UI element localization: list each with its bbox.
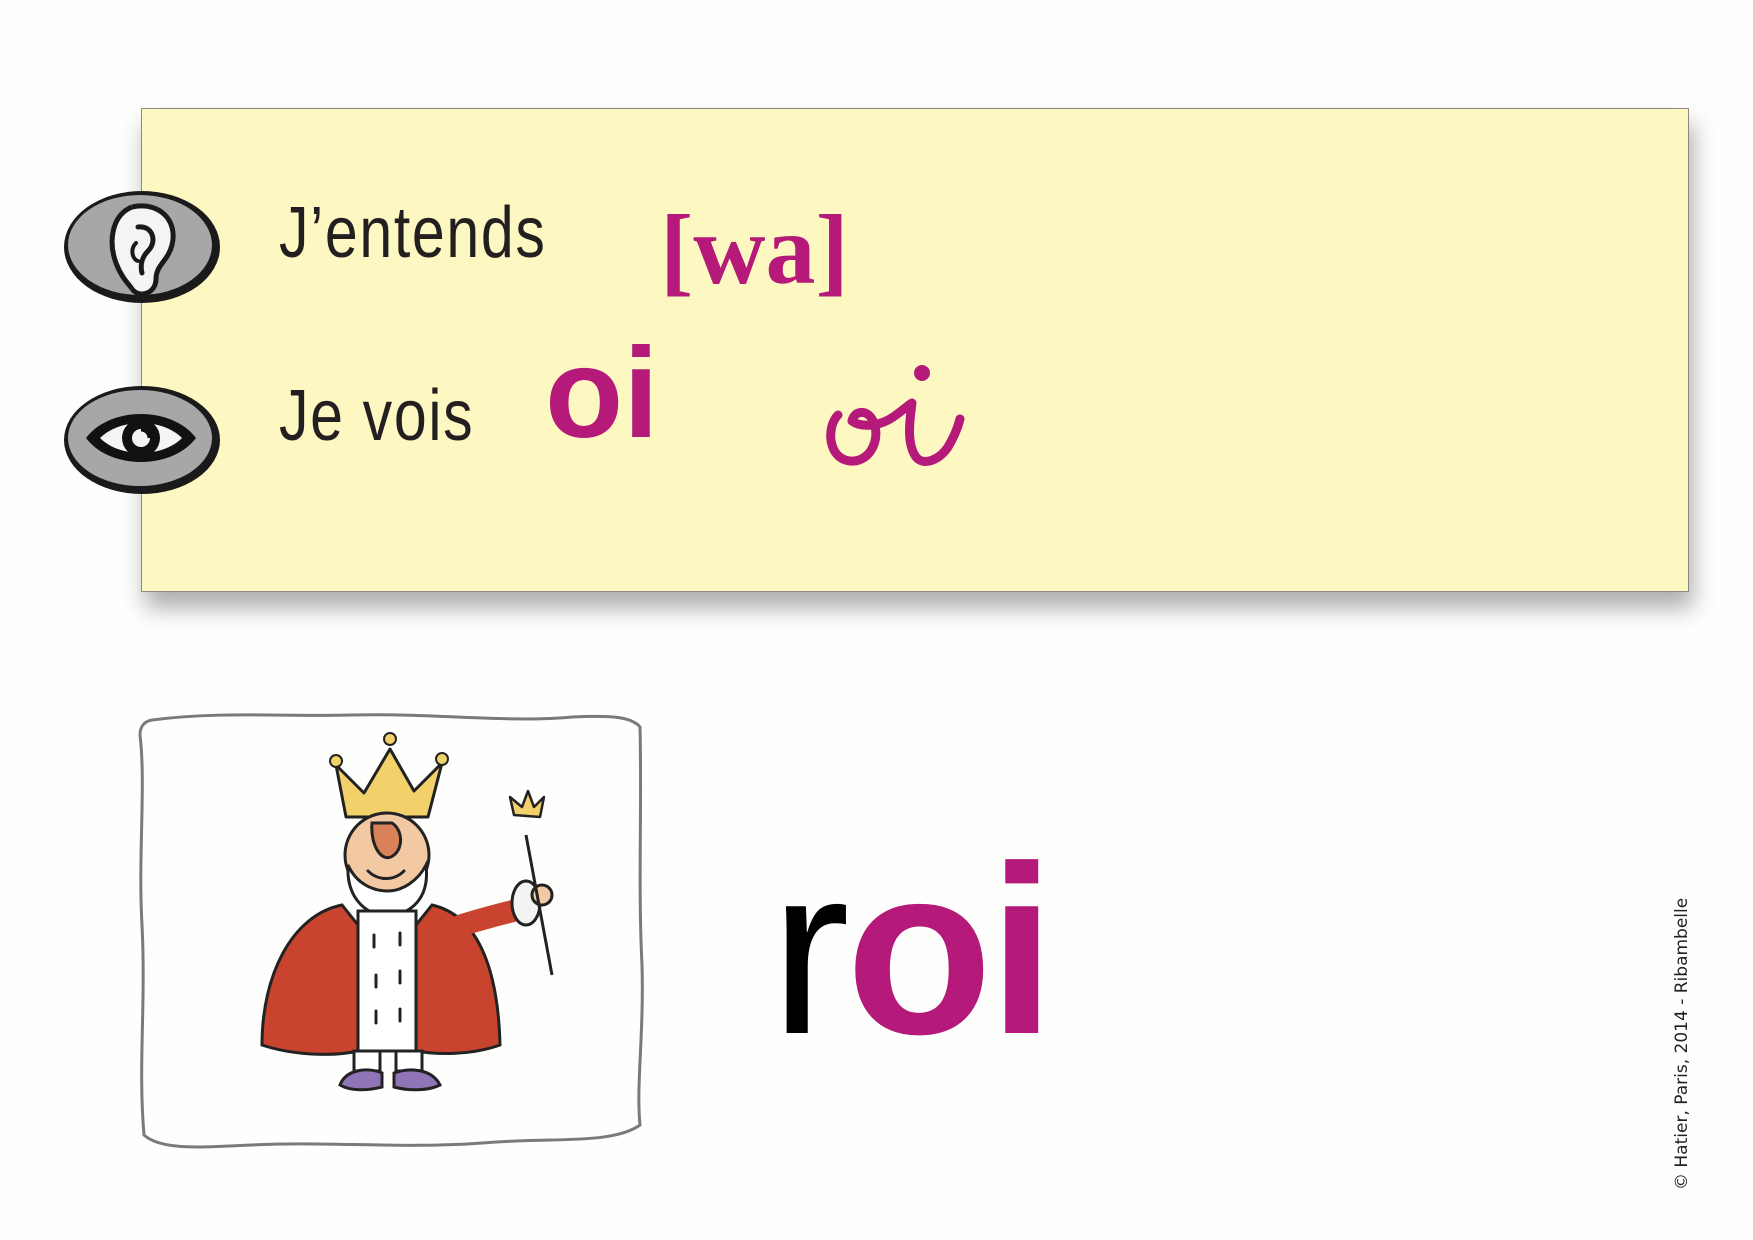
eye-icon <box>64 386 220 494</box>
sticky-note-card <box>141 108 1689 592</box>
word-highlight: oi <box>845 816 1055 1084</box>
grapheme-cursive <box>826 365 965 466</box>
copyright-notice: © Hatier, Paris, 2014 - Ribambelle <box>1672 897 1692 1190</box>
see-label: Je vois <box>279 376 475 456</box>
hear-label: J’entends <box>279 193 547 273</box>
see-line: Je vois <box>279 375 517 485</box>
word-plain: r <box>770 816 850 1084</box>
ear-icon <box>64 191 220 303</box>
king-illustration <box>138 713 644 1149</box>
phoneme: [wa] <box>660 194 849 305</box>
hear-line: J’entends <box>279 192 605 302</box>
example-word: roi <box>770 830 1055 1070</box>
grapheme-print: oi <box>545 322 659 465</box>
